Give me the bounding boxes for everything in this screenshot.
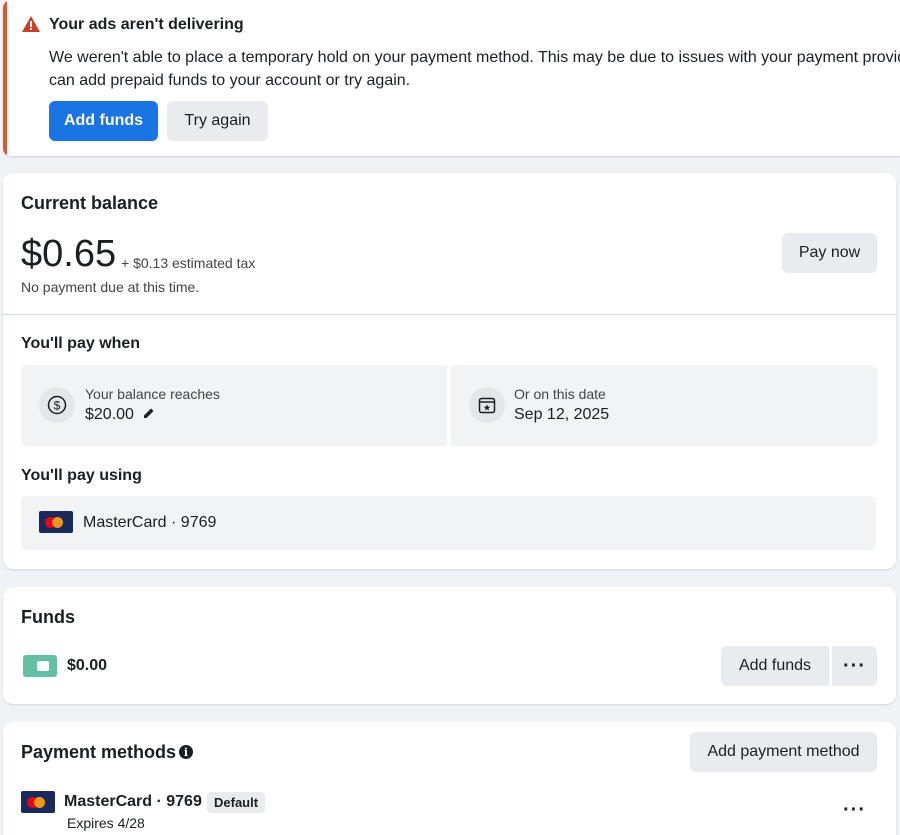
payment-method-card-name: MasterCard · 9769 <box>64 793 202 810</box>
pay-using-card: MasterCard · 9769 <box>83 514 217 531</box>
funds-add-button[interactable]: Add funds <box>721 646 829 686</box>
threshold-label: Your balance reaches <box>85 386 220 402</box>
alert-accent-bar <box>3 0 7 156</box>
alert-add-funds-button[interactable]: Add funds <box>49 101 158 141</box>
alert-title: Your ads aren't delivering <box>49 16 244 33</box>
current-balance-card: Current balance $0.65 + $0.13 estimated … <box>3 173 896 569</box>
funds-amount: $0.00 <box>67 657 108 674</box>
date-label: Or on this date <box>514 386 606 402</box>
card-expiry: Expires 4/28 <box>67 815 145 831</box>
add-payment-method-button[interactable]: Add payment method <box>690 732 877 772</box>
balance-title: Current balance <box>21 193 159 213</box>
payment-card-tile[interactable]: MasterCard · 9769 <box>21 496 876 550</box>
funds-card: Funds $0.00 Add funds ··· <box>3 587 896 704</box>
alert-message: We weren't able to place a temporary hol… <box>49 46 900 92</box>
pay-when-title: You'll pay when <box>21 335 141 352</box>
balance-threshold-tile[interactable]: $ Your balance reaches $20.00 <box>21 365 447 446</box>
pay-now-button[interactable]: Pay now <box>782 233 877 273</box>
pay-using-title: You'll pay using <box>21 467 142 484</box>
default-badge: Default <box>207 792 266 813</box>
alert-message-line-2: can add prepaid funds to your account or… <box>49 72 411 89</box>
funds-more-icon[interactable]: ··· <box>832 646 877 686</box>
calendar-icon <box>469 387 505 423</box>
info-icon[interactable]: i <box>179 745 193 759</box>
divider <box>3 314 896 315</box>
delivery-alert: Your ads aren't delivering We weren't ab… <box>3 0 900 156</box>
payment-method-more-icon[interactable]: ··· <box>832 798 877 822</box>
alert-message-line-1: We weren't able to place a temporary hol… <box>49 49 900 66</box>
edit-pencil-icon[interactable] <box>143 407 155 419</box>
mastercard-icon <box>21 791 55 813</box>
payment-due-note: No payment due at this time. <box>21 279 200 295</box>
svg-text:$: $ <box>54 399 61 413</box>
payment-methods-card: Payment methods i Add payment method Mas… <box>3 722 896 835</box>
warning-icon <box>22 16 40 32</box>
funds-title: Funds <box>21 607 75 627</box>
dollar-icon: $ <box>39 387 75 423</box>
payment-methods-title: Payment methods <box>21 742 177 762</box>
mastercard-icon <box>39 511 73 533</box>
threshold-value: $20.00 <box>85 406 134 423</box>
wallet-icon <box>23 655 57 677</box>
date-value: Sep 12, 2025 <box>514 406 610 423</box>
try-again-button[interactable]: Try again <box>167 101 268 141</box>
balance-amount: $0.65 <box>21 233 117 275</box>
billing-date-tile: Or on this date Sep 12, 2025 <box>451 365 877 446</box>
estimated-tax: + $0.13 estimated tax <box>121 255 256 271</box>
